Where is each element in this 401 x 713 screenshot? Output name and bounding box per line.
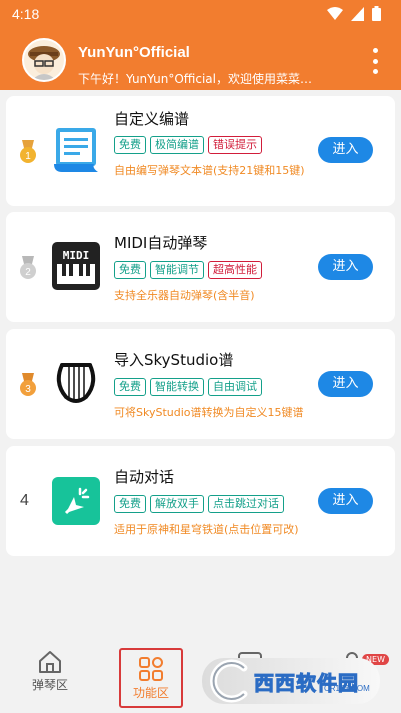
tag: 解放双手 [150,495,204,513]
tag-list: 免费 智能调节 超高性能 [114,261,262,279]
tag: 极简编谱 [150,136,204,154]
home-icon [39,651,61,673]
tag-list: 免费 极简编谱 错误提示 [114,136,262,154]
card-title: 自动对话 [114,468,175,486]
silver-medal-icon: 2 [20,256,36,279]
more-menu-icon[interactable] [371,48,379,74]
svg-text:2: 2 [25,267,31,278]
avatar[interactable] [22,38,66,82]
tab-label: 功能区 [132,686,169,700]
tag: 智能调节 [150,261,204,279]
tag-list: 免费 解放双手 点击跳过对话 [114,495,284,513]
signal-icon [351,6,364,21]
tag-list: 免费 智能转换 自由调试 [114,378,262,396]
card-description: 可将SkyStudio谱转换为自定义15键谱 [114,406,304,419]
rank-number: 4 [20,492,29,509]
card-title: 导入SkyStudio谱 [114,351,234,369]
card-description: 支持全乐器自动弹琴(含半音) [114,289,255,302]
enter-button[interactable]: 进入 [318,254,373,280]
greeting-text: 下午好！YunYun°Official，欢迎使用菜菜… [78,72,312,86]
battery-icon [372,6,381,21]
app-header: YunYun°Official 下午好！YunYun°Official，欢迎使用… [0,30,401,90]
enter-button[interactable]: 进入 [318,488,373,514]
lyre-icon [56,363,96,403]
svg-text:MIDI: MIDI [63,249,90,262]
status-icons [327,6,381,21]
tag: 免费 [114,495,146,513]
enter-button[interactable]: 进入 [318,371,373,397]
tab-piano[interactable]: 弹琴区 [28,648,72,693]
feature-card-auto-dialog: 4 自动对话 免费 解放双手 点击跳过对话 适用于原神和星穹铁道(点击位置可改)… [6,446,395,556]
gold-medal-icon: 1 [20,140,36,163]
feature-card-custom-sheet: 1 自定义编谱 免费 极简编谱 错误提示 自由编写弹琴文本谱(支持21键和15键… [6,96,395,206]
svg-text:3: 3 [25,384,31,395]
status-time: 4:18 [12,6,40,22]
sheet-scroll-icon [54,128,98,172]
tag: 超高性能 [208,261,262,279]
tag: 自由调试 [208,378,262,396]
tag: 点击跳过对话 [208,495,284,513]
tag: 错误提示 [208,136,262,154]
watermark-url: CR173.COM [324,684,370,693]
card-description: 适用于原神和星穹铁道(点击位置可改) [114,523,299,536]
feature-card-midi: 2 MIDI MIDI自动弹琴 免费 智能调节 超高性能 支持全乐器自动弹琴(含… [6,212,395,322]
card-title: MIDI自动弹琴 [114,234,208,252]
feature-card-skystudio: 3 导入SkyStudio谱 免费 智能转换 自由调试 可将SkyStudio谱… [6,329,395,439]
status-bar: 4:18 [0,0,401,30]
tag: 免费 [114,378,146,396]
watermark-logo: 西西软件园 CR173.COM [202,658,380,704]
auto-click-icon [52,477,100,525]
tab-features[interactable]: 功能区 [119,648,183,708]
tag: 智能转换 [150,378,204,396]
wifi-icon [327,6,343,20]
midi-keyboard-icon: MIDI [52,242,100,290]
enter-button[interactable]: 进入 [318,137,373,163]
svg-text:1: 1 [25,151,31,162]
card-title: 自定义编谱 [114,110,190,128]
username: YunYun°Official [78,44,190,61]
bronze-medal-icon: 3 [20,373,36,396]
grid-icon [139,657,163,681]
watermark-c-icon [210,659,248,703]
card-description: 自由编写弹琴文本谱(支持21键和15键) [114,164,305,177]
tag: 免费 [114,136,146,154]
tag: 免费 [114,261,146,279]
tab-label: 弹琴区 [31,678,68,692]
